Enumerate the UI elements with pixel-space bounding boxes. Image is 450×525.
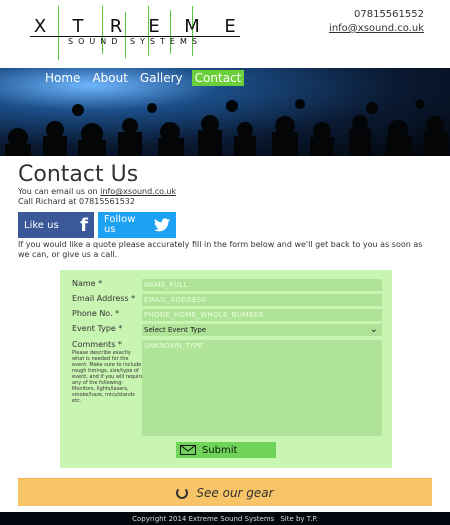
intro-prefix: You can email us on [18, 187, 98, 196]
comments-textarea[interactable]: UNKNOWN_TYPE [142, 340, 382, 436]
submit-label: Submit [202, 444, 238, 456]
hero-banner: Home About Gallery Contact [0, 68, 450, 156]
intro-email-link[interactable]: info@xsound.co.uk [100, 187, 176, 196]
nav-about[interactable]: About [89, 70, 130, 86]
logo-letter: E [224, 16, 236, 37]
quote-instructions: If you would like a quote please accurat… [18, 240, 423, 259]
intro-text: You can email us on info@xsound.co.uk Ca… [18, 187, 176, 207]
phone-label: Phone No. * [72, 309, 120, 318]
intro-email-line: You can email us on info@xsound.co.uk [18, 187, 176, 197]
comments-help-text: Please describe exactly what is needed f… [72, 350, 144, 404]
phone-input[interactable]: PHONE_HOME_WHOLE_NUMBER [142, 309, 382, 321]
event-type-select[interactable]: Select Event Type ⌄ [142, 324, 382, 336]
logo-letters: X T R E M E [30, 16, 240, 37]
facebook-like-label: Like us [24, 219, 59, 231]
page-title: Contact Us [18, 162, 139, 187]
header-contact: 07815561552 info@xsound.co.uk [329, 8, 424, 36]
twitter-follow-button[interactable]: Follow us [98, 212, 176, 238]
logo-subtitle: SOUND SYSTEMS [68, 37, 202, 46]
envelope-icon [180, 445, 196, 455]
name-input[interactable]: NAME_FULL [142, 279, 382, 291]
see-gear-button[interactable]: See our gear [18, 478, 432, 506]
nav-contact[interactable]: Contact [191, 70, 245, 86]
comments-label: Comments * [72, 340, 122, 349]
logo-letter: E [148, 16, 160, 37]
facebook-icon: f [80, 214, 88, 236]
twitter-bird-icon [154, 218, 170, 232]
submit-button[interactable]: Submit [176, 442, 276, 458]
email-input[interactable]: EMAIL_ADDRESS [142, 294, 382, 306]
event-type-label: Event Type * [72, 324, 123, 333]
header-phone: 07815561552 [354, 9, 424, 20]
footer-copyright: Copyright 2014 Extreme Sound Systems [132, 514, 275, 523]
logo-letter: R [109, 16, 123, 37]
site-logo[interactable]: X T R E M E SOUND SYSTEMS [30, 6, 240, 60]
logo-letter: X [33, 16, 47, 37]
event-type-value: Select Event Type [144, 326, 207, 334]
header-email-link[interactable]: info@xsound.co.uk [329, 22, 424, 36]
twitter-follow-label: Follow us [104, 214, 136, 235]
nav-home[interactable]: Home [42, 70, 83, 86]
logo-letter: M [184, 16, 200, 37]
email-label: Email Address * [72, 294, 136, 303]
logo-letter: T [72, 16, 84, 37]
chevron-down-icon: ⌄ [369, 324, 378, 335]
facebook-like-button[interactable]: Like us f [18, 212, 94, 238]
intro-call: Call Richard at 07815561532 [18, 197, 135, 206]
footer-site-by[interactable]: Site by T.P. [280, 515, 318, 523]
nav-gallery[interactable]: Gallery [137, 70, 186, 86]
site-header: X T R E M E SOUND SYSTEMS 07815561552 in… [0, 0, 450, 68]
social-buttons: Like us f Follow us [18, 212, 176, 238]
name-label: Name * [72, 279, 103, 288]
main-nav: Home About Gallery Contact [42, 70, 245, 86]
site-footer: Copyright 2014 Extreme Sound Systems Sit… [0, 512, 450, 525]
loading-icon [176, 486, 189, 499]
see-gear-label: See our gear [196, 485, 274, 500]
quote-form: Name * NAME_FULL Email Address * EMAIL_A… [60, 270, 392, 468]
